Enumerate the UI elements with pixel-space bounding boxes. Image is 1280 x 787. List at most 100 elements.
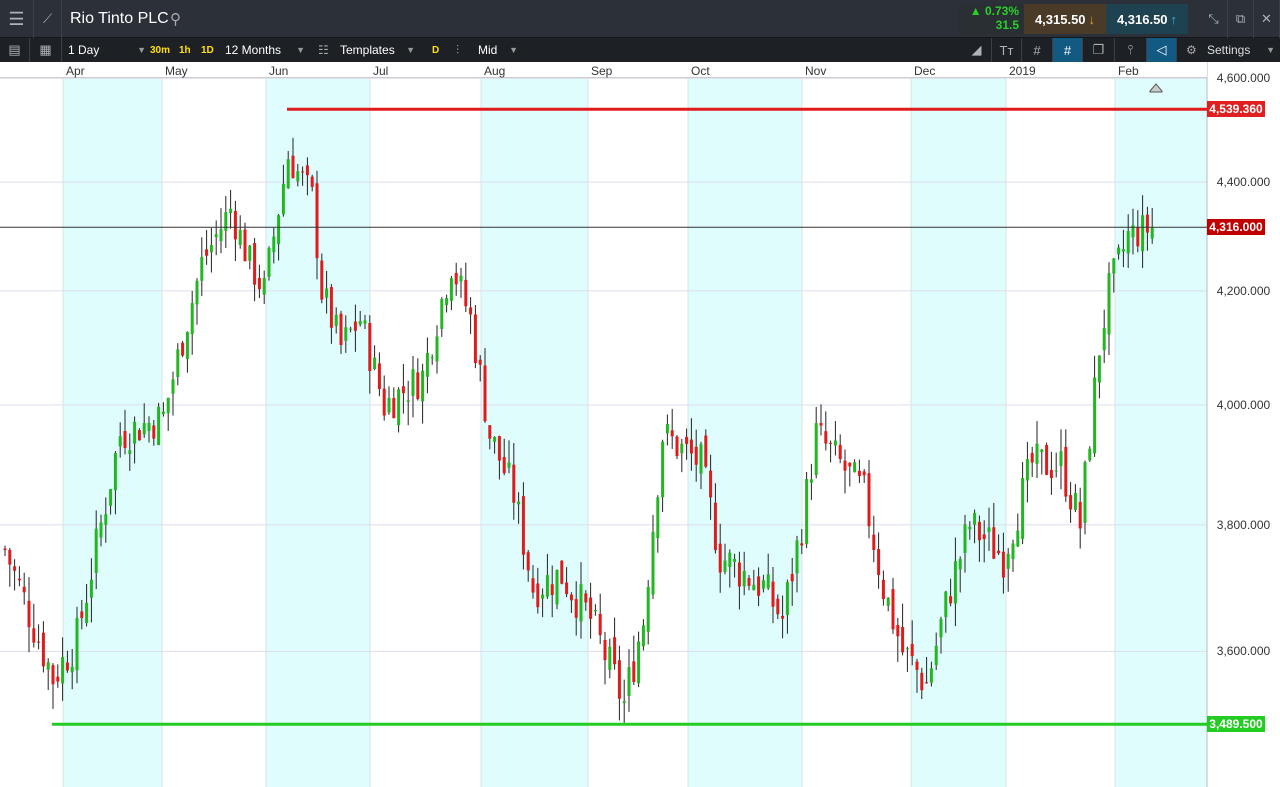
candle-up — [411, 369, 415, 396]
candle-down — [685, 436, 689, 445]
candle-up — [809, 479, 813, 483]
candle-down — [915, 661, 919, 670]
candle-up — [1006, 553, 1010, 569]
candle-up — [1126, 230, 1130, 254]
candle-up — [814, 423, 818, 476]
candle-down — [80, 611, 84, 618]
candle-up — [728, 552, 732, 567]
price-tick-label: 3,600.000 — [1216, 644, 1271, 659]
candle-down — [757, 576, 761, 596]
candle-up — [133, 421, 137, 444]
candle-down — [8, 549, 12, 565]
candle-down — [521, 496, 525, 555]
candle-down — [891, 589, 895, 630]
candle-up — [833, 440, 837, 446]
candle-up — [435, 336, 439, 362]
candle-up — [579, 584, 583, 622]
price-tick-label: 4,400.000 — [1216, 175, 1271, 190]
candle-up — [272, 236, 276, 253]
month-band — [1115, 78, 1207, 787]
candle-up — [699, 444, 703, 474]
candle-up — [905, 648, 909, 650]
candle-down — [27, 600, 31, 628]
candle-down — [982, 534, 986, 540]
candle-up — [795, 540, 799, 574]
candle-up — [1088, 448, 1092, 461]
candle-up — [958, 558, 962, 570]
candle-down — [1064, 446, 1068, 497]
candle-down — [550, 584, 554, 596]
candle-up — [987, 527, 991, 532]
candle-down — [977, 521, 981, 541]
candle-up — [406, 400, 410, 402]
month-label: Jul — [373, 64, 389, 78]
candle-up — [449, 278, 453, 301]
candle-up — [1121, 249, 1125, 252]
candle-down — [469, 307, 473, 315]
candle-down — [257, 277, 261, 290]
candle-down — [339, 313, 343, 346]
candle-down — [800, 543, 804, 546]
price-tick-label: 3,800.000 — [1216, 517, 1271, 532]
candle-down — [862, 471, 866, 476]
candle-up — [929, 668, 933, 683]
candle-up — [517, 501, 521, 505]
candle-up — [161, 411, 165, 415]
candle-down — [632, 661, 636, 683]
candle-up — [171, 379, 175, 394]
candle-up — [944, 591, 948, 618]
candle-up — [723, 560, 727, 572]
candle-down — [790, 573, 794, 582]
candle-down — [243, 229, 247, 262]
price-chart[interactable] — [0, 0, 1280, 787]
month-label: Nov — [805, 64, 827, 78]
candle-up — [1035, 443, 1039, 464]
candle-up — [1097, 355, 1101, 383]
candle-down — [401, 386, 405, 394]
month-label: Oct — [691, 64, 710, 78]
candle-up — [104, 514, 108, 525]
candle-up — [176, 349, 180, 377]
candle-up — [665, 424, 669, 434]
candle-up — [75, 617, 79, 671]
candle-up — [209, 245, 213, 253]
candle-down — [51, 665, 55, 685]
support-price-tag: 3,489.500 — [1207, 716, 1265, 733]
candle-up — [752, 584, 756, 591]
candle-up — [195, 280, 199, 305]
candle-down — [747, 577, 751, 586]
candle-down — [1001, 551, 1005, 578]
candle-up — [238, 229, 242, 246]
candle-down — [737, 562, 741, 587]
candle-down — [896, 624, 900, 637]
candle-down — [598, 613, 602, 636]
candle-up — [363, 320, 367, 324]
candle-up — [1107, 272, 1111, 335]
candle-down — [694, 446, 698, 465]
candle-up — [1112, 258, 1116, 274]
candle-down — [1045, 445, 1049, 475]
candle-down — [560, 560, 564, 584]
candle-down — [771, 581, 775, 607]
month-label: May — [165, 64, 188, 78]
candle-down — [584, 593, 588, 603]
candle-up — [641, 625, 645, 647]
candle-down — [392, 398, 396, 419]
candle-down — [353, 321, 357, 331]
month-band — [481, 78, 588, 787]
price-tick-label: 4,200.000 — [1216, 283, 1271, 298]
candle-up — [1059, 451, 1063, 467]
candle-up — [661, 441, 665, 498]
month-band — [911, 78, 1006, 787]
candle-down — [920, 672, 924, 691]
candle-down — [253, 243, 257, 285]
candle-up — [934, 645, 938, 666]
candle-up — [493, 436, 497, 442]
candle-up — [1141, 215, 1145, 252]
candle-down — [824, 431, 828, 444]
candle-down — [483, 365, 487, 422]
candle-down — [949, 596, 953, 604]
candle-up — [128, 450, 132, 455]
candle-down — [1069, 495, 1073, 510]
candle-up — [1025, 459, 1029, 481]
